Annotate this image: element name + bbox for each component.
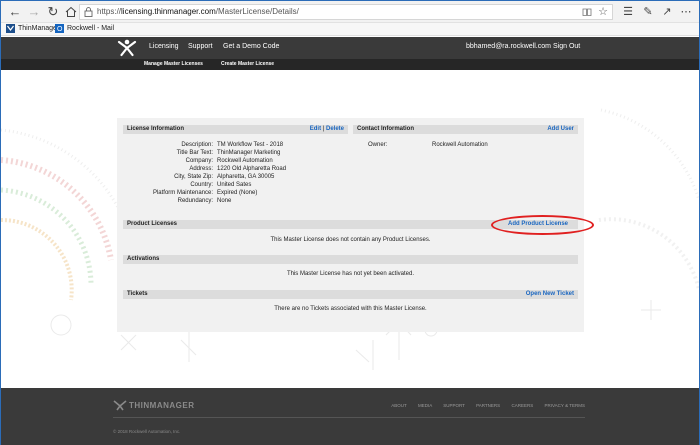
field-value: United Sates — [217, 182, 252, 188]
browser-window: ← → ↻ https://licensing.thinmanager.com/… — [0, 0, 700, 445]
home-icon[interactable] — [63, 4, 79, 20]
lock-icon — [84, 7, 93, 17]
manage-master-licenses-link[interactable]: Manage Master Licenses — [144, 61, 203, 67]
owner-value: Rockwell Automation — [432, 142, 488, 148]
favorite-thinmanager[interactable]: ThinManager — [6, 24, 59, 33]
license-info-actions: Edit | Delete — [310, 126, 344, 132]
footer-link-partners[interactable]: PARTNERS — [476, 403, 500, 408]
refresh-icon[interactable]: ↻ — [45, 4, 61, 20]
back-icon[interactable]: ← — [7, 4, 23, 20]
favorites-bar: ThinManager O Rockwell - Mail — [1, 23, 699, 36]
field-value: Expired (None) — [217, 190, 258, 196]
activations-header: Activations — [123, 255, 578, 264]
user-email: bbhamed@ra.rockwell.com — [466, 43, 551, 50]
site-header: Licensing Support Get a Demo Code bbhame… — [1, 37, 699, 59]
tickets-header: Tickets Open New Ticket — [123, 290, 578, 299]
contact-info-title: Contact Information — [357, 126, 414, 132]
owner-label: Owner: — [368, 142, 388, 148]
contact-info-header: Contact Information Add User — [353, 125, 578, 134]
footer-link-media[interactable]: MEDIA — [418, 403, 432, 408]
share-icon[interactable]: ↗ — [660, 4, 674, 20]
field-value: Alpharetta, GA 30005 — [217, 174, 275, 180]
create-master-license-link[interactable]: Create Master License — [221, 61, 274, 67]
footer-copyright: © 2018 Rockwell Automation, Inc. — [113, 429, 181, 434]
license-info-title: License Information — [127, 126, 185, 132]
page-body: License Information Edit | Delete Descri… — [1, 70, 699, 388]
add-user-link[interactable]: Add User — [547, 126, 574, 132]
nav-support[interactable]: Support — [188, 43, 213, 50]
more-icon[interactable]: ⋯ — [679, 4, 693, 20]
site-footer: THINMANAGER ABOUT MEDIA SUPPORT PARTNERS… — [1, 388, 699, 445]
footer-link-careers[interactable]: CAREERS — [511, 403, 533, 408]
pen-icon[interactable]: ✎ — [641, 4, 655, 20]
footer-links: ABOUT MEDIA SUPPORT PARTNERS CAREERS PRI… — [381, 403, 585, 408]
address-bar[interactable]: https://licensing.thinmanager.com/Master… — [79, 4, 613, 20]
nav-demo-code[interactable]: Get a Demo Code — [223, 43, 279, 50]
nav-licensing[interactable]: Licensing — [149, 43, 179, 50]
footer-link-support[interactable]: SUPPORT — [443, 403, 465, 408]
product-licenses-title: Product Licenses — [127, 221, 178, 227]
tickets-title: Tickets — [127, 291, 148, 297]
favorites-hub-icon[interactable]: ☰ — [621, 4, 635, 20]
sign-out-link[interactable]: Sign Out — [553, 43, 580, 50]
field-label: Company: — [185, 158, 213, 164]
activations-title: Activations — [127, 256, 160, 262]
svg-text:O: O — [57, 26, 63, 33]
outlook-icon: O — [55, 24, 64, 33]
highlight-circle — [491, 215, 594, 235]
field-value: ThinManager Marketing — [217, 150, 281, 156]
field-label: Description: — [181, 142, 213, 148]
field-label: Redundancy: — [177, 198, 213, 204]
favorite-star-icon[interactable]: ☆ — [598, 5, 608, 18]
license-info-header: License Information Edit | Delete — [123, 125, 348, 134]
field-value: TM Workflow Test - 2018 — [217, 142, 284, 148]
footer-logo[interactable]: THINMANAGER — [113, 400, 195, 411]
tickets-empty: There are no Tickets associated with thi… — [274, 306, 427, 312]
browser-toolbar: ← → ↻ https://licensing.thinmanager.com/… — [1, 1, 699, 23]
footer-link-about[interactable]: ABOUT — [391, 403, 406, 408]
forward-icon[interactable]: → — [26, 4, 42, 20]
thinmanager-logo[interactable] — [117, 39, 137, 57]
edit-link[interactable]: Edit — [310, 126, 321, 132]
thinmanager-favicon — [6, 24, 15, 33]
delete-link[interactable]: Delete — [326, 126, 344, 132]
link-separator: | — [322, 126, 325, 132]
activations-empty: This Master License has not yet been act… — [286, 271, 415, 277]
field-label: City, State Zip: — [174, 174, 213, 180]
reading-view-icon[interactable] — [582, 7, 592, 17]
favorite-rockwell-mail[interactable]: O Rockwell - Mail — [55, 24, 114, 33]
field-label: Title Bar Text: — [176, 150, 213, 156]
thinmanager-mark-icon — [113, 400, 127, 411]
field-value: 1220 Old Alpharetta Road — [217, 166, 287, 172]
field-label: Address: — [189, 166, 213, 172]
field-value: None — [217, 198, 232, 204]
field-value: Rockwell Automation — [217, 158, 273, 164]
field-label: Platform Maintenance: — [152, 190, 213, 196]
product-licenses-empty: This Master License does not contain any… — [270, 237, 431, 243]
field-label: Country: — [190, 182, 213, 188]
open-new-ticket-link[interactable]: Open New Ticket — [526, 291, 574, 297]
footer-link-privacy[interactable]: PRIVACY & TERMS — [544, 403, 585, 408]
url-text: https://licensing.thinmanager.com/Master… — [97, 7, 299, 16]
sub-navigation: Manage Master Licenses Create Master Lic… — [1, 59, 699, 70]
footer-divider — [113, 417, 585, 418]
